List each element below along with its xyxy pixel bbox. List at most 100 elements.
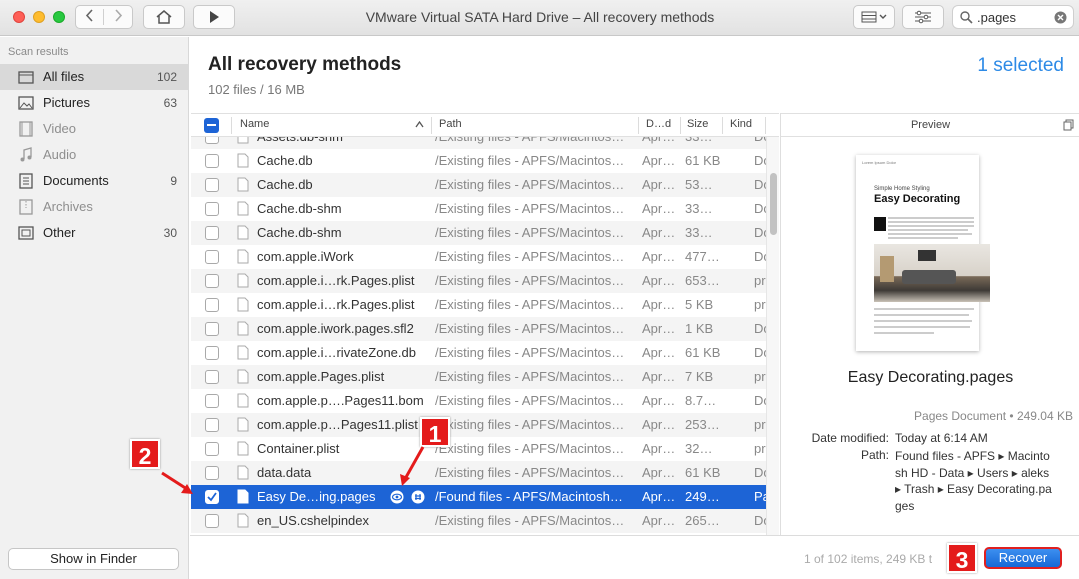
row-checkbox[interactable] — [205, 226, 219, 240]
scrollbar-thumb[interactable] — [770, 173, 777, 235]
sort-ascending-icon[interactable] — [415, 121, 424, 128]
file-kind: Doc… — [754, 321, 766, 336]
selected-count[interactable]: 1 selected — [977, 55, 1064, 77]
documents-icon — [19, 173, 33, 189]
sidebar: Scan results All files 102 Pictures 63 V… — [0, 37, 189, 579]
sidebar-item-other[interactable]: Other 30 — [0, 220, 189, 246]
row-checkbox[interactable] — [205, 202, 219, 216]
file-name: com.apple.Pages.plist — [257, 369, 385, 384]
file-name: com.apple.i…rivateZone.db — [257, 345, 416, 360]
close-window-button[interactable] — [13, 11, 25, 23]
row-checkbox[interactable] — [205, 250, 219, 264]
table-row[interactable]: com.apple.p…Pages11.plist/Existing files… — [191, 413, 766, 437]
table-row[interactable]: com.apple.p….Pages11.bom/Existing files … — [191, 389, 766, 413]
column-header-path[interactable]: Path — [439, 118, 462, 130]
row-checkbox[interactable] — [205, 178, 219, 192]
sidebar-item-archives[interactable]: Archives — [0, 194, 189, 220]
row-checkbox[interactable] — [205, 442, 219, 456]
search-input[interactable]: .pages — [952, 5, 1074, 29]
table-row[interactable]: Cache.db/Existing files - APFS/Macintos…… — [191, 149, 766, 173]
sidebar-item-count: 63 — [163, 96, 177, 110]
row-checkbox[interactable] — [205, 346, 219, 360]
file-icon — [237, 153, 249, 168]
thumbnail-header-text: Lorem Ipsum Dolor — [862, 160, 897, 165]
file-path: /Existing files - APFS/Macintos… — [435, 321, 625, 336]
file-path: /Found files - APFS/Macintosh… — [435, 489, 623, 504]
file-kind: pro… — [754, 417, 766, 432]
annotation-badge-3: 3 — [947, 543, 977, 573]
column-header-size[interactable]: Size — [687, 118, 708, 130]
column-header-date[interactable]: D…d — [646, 118, 671, 130]
column-header-name[interactable]: Name — [240, 118, 269, 130]
file-icon — [237, 393, 249, 408]
row-checkbox[interactable] — [205, 274, 219, 288]
table-row[interactable]: Easy De…ing.pages/Found files - APFS/Mac… — [191, 485, 766, 509]
other-icon — [18, 226, 34, 240]
row-checkbox[interactable] — [205, 418, 219, 432]
table-row[interactable]: data.data/Existing files - APFS/Macintos… — [191, 461, 766, 485]
table-row[interactable]: Cache.db/Existing files - APFS/Macintos…… — [191, 173, 766, 197]
filter-button[interactable] — [902, 5, 944, 29]
table-row[interactable]: Cache.db-shm/Existing files - APFS/Macin… — [191, 221, 766, 245]
date-modified-value: Today at 6:14 AM — [895, 431, 988, 445]
file-path: /Existing files - APFS/Macintos… — [435, 369, 625, 384]
file-size: 5 KB — [685, 297, 714, 312]
table-scrollbar[interactable] — [766, 137, 779, 535]
play-button[interactable] — [193, 5, 235, 29]
copy-icon[interactable] — [1063, 119, 1074, 131]
back-button[interactable] — [76, 9, 105, 25]
row-checkbox[interactable] — [205, 137, 219, 144]
table-row[interactable]: com.apple.i…rk.Pages.plist/Existing file… — [191, 293, 766, 317]
recover-button[interactable]: Recover — [984, 547, 1062, 569]
bottom-bar: 1 of 102 items, 249 KB t Recover — [190, 535, 1079, 579]
table-row[interactable]: com.apple.i…rk.Pages.plist/Existing file… — [191, 269, 766, 293]
path-line: ▸ Trash ▸ Easy Decorating.pa — [895, 482, 1052, 496]
file-date: Apr… — [642, 393, 676, 408]
table-row[interactable]: Container.plist/Existing files - APFS/Ma… — [191, 437, 766, 461]
table-row[interactable]: com.apple.iWork/Existing files - APFS/Ma… — [191, 245, 766, 269]
zoom-window-button[interactable] — [53, 11, 65, 23]
row-checkbox[interactable] — [205, 322, 219, 336]
forward-button[interactable] — [104, 9, 132, 25]
file-name: en_US.cshelpindex — [257, 513, 370, 528]
table-row[interactable]: Assets.db-shm/Existing files - APFS/Maci… — [191, 137, 766, 149]
row-checkbox[interactable] — [205, 370, 219, 384]
row-checkbox[interactable] — [205, 514, 219, 528]
file-size: 61 KB — [685, 465, 721, 480]
file-name: com.apple.i…rk.Pages.plist — [257, 297, 415, 312]
row-checkbox[interactable] — [205, 154, 219, 168]
recovery-chance-icon[interactable] — [411, 490, 425, 504]
date-modified-label: Date modified: — [811, 431, 889, 445]
column-header-kind[interactable]: Kind — [730, 118, 752, 130]
path-line: Found files - APFS ▸ Macinto — [895, 449, 1050, 463]
row-checkbox[interactable] — [205, 298, 219, 312]
row-checkbox[interactable] — [205, 394, 219, 408]
pictures-icon — [18, 96, 34, 110]
sidebar-item-pictures[interactable]: Pictures 63 — [0, 90, 189, 116]
clear-search-icon[interactable] — [1054, 11, 1067, 24]
table-row[interactable]: com.apple.i…rivateZone.db/Existing files… — [191, 341, 766, 365]
file-date: Apr… — [642, 321, 676, 336]
sidebar-item-audio[interactable]: Audio — [0, 142, 189, 168]
file-name: Cache.db-shm — [257, 201, 342, 216]
file-size: 1 KB — [685, 321, 714, 336]
file-size: 7 KB — [685, 369, 714, 384]
file-size: 33… — [685, 201, 713, 216]
row-checkbox[interactable] — [205, 466, 219, 480]
eye-icon[interactable] — [390, 490, 404, 504]
chevron-right-icon — [114, 9, 122, 22]
table-row[interactable]: com.apple.iwork.pages.sfl2/Existing file… — [191, 317, 766, 341]
show-in-finder-button[interactable]: Show in Finder — [8, 548, 179, 570]
sidebar-item-documents[interactable]: Documents 9 — [0, 168, 189, 194]
row-checkbox[interactable] — [205, 490, 219, 504]
view-mode-button[interactable] — [853, 5, 895, 29]
sidebar-item-all-files[interactable]: All files 102 — [0, 64, 189, 90]
table-row[interactable]: com.apple.Pages.plist/Existing files - A… — [191, 365, 766, 389]
table-row[interactable]: en_US.cshelpindex/Existing files - APFS/… — [191, 509, 766, 533]
sidebar-item-video[interactable]: Video — [0, 116, 189, 142]
table-row[interactable]: Cache.db-shm/Existing files - APFS/Macin… — [191, 197, 766, 221]
home-button[interactable] — [143, 5, 185, 29]
select-all-checkbox[interactable] — [204, 118, 219, 133]
minimize-window-button[interactable] — [33, 11, 45, 23]
file-name: com.apple.p…Pages11.plist — [257, 417, 418, 432]
